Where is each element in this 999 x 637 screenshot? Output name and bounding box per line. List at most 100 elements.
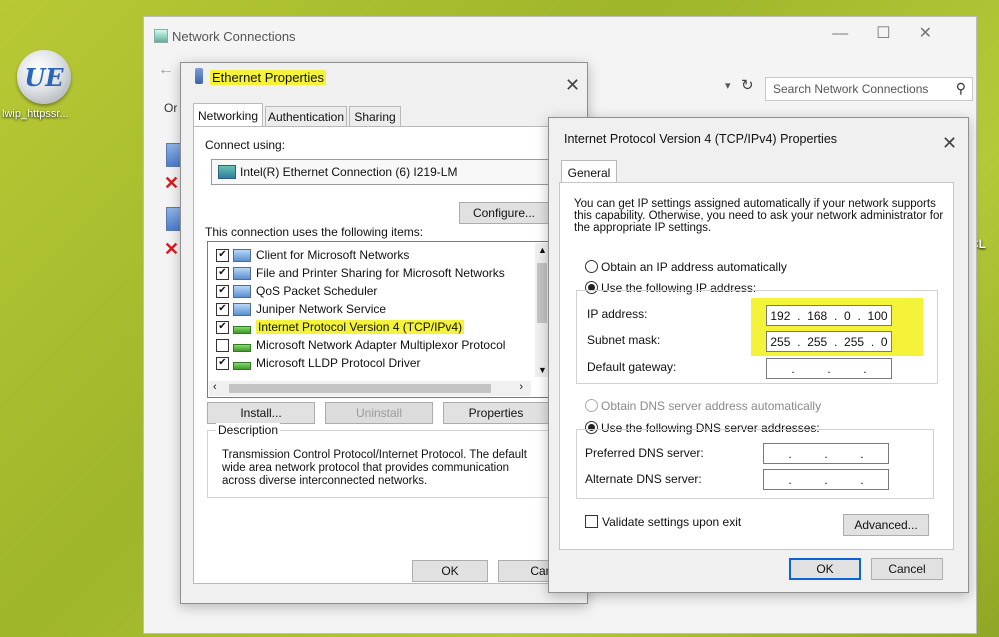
close-icon[interactable]: ✕ <box>942 133 957 154</box>
radio-button[interactable] <box>585 260 598 273</box>
intro-text: You can get IP settings assigned automat… <box>574 198 944 234</box>
ethernet-icon <box>195 68 203 84</box>
ok-button[interactable]: OK <box>789 558 861 580</box>
checkbox[interactable]: ✔ <box>216 356 229 370</box>
checkbox[interactable] <box>585 515 598 528</box>
horizontal-scrollbar[interactable]: ‹ › <box>209 381 531 396</box>
item-label: Client for Microsoft Networks <box>256 248 410 262</box>
scrollbar-thumb[interactable] <box>229 384 491 393</box>
list-item[interactable]: ✔ Internet Protocol Version 4 (TCP/IPv4) <box>216 320 465 334</box>
checkbox[interactable]: ✔ <box>216 302 229 316</box>
preferred-dns-label: Preferred DNS server: <box>585 446 704 460</box>
items-label: This connection uses the following items… <box>205 225 424 239</box>
network-client-icon <box>233 302 251 316</box>
ip-address-input[interactable]: 192. 168. 0. 100 <box>766 305 892 326</box>
option-label: Obtain DNS server address automatically <box>601 399 822 413</box>
default-gateway-label: Default gateway: <box>587 360 677 374</box>
dialog-title: Internet Protocol Version 4 (TCP/IPv4) P… <box>564 132 838 146</box>
tab-authentication[interactable]: Authentication <box>265 106 347 127</box>
list-item[interactable]: ✔ Client for Microsoft Networks <box>216 248 409 262</box>
refresh-icon[interactable]: ↻ <box>741 76 754 94</box>
dialog-title: Ethernet Properties <box>210 70 327 85</box>
obtain-ip-auto-option[interactable]: Obtain an IP address automatically <box>585 260 787 274</box>
install-button[interactable]: Install... <box>207 402 315 424</box>
list-item[interactable]: ✔ QoS Packet Scheduler <box>216 284 377 298</box>
window-title: Network Connections <box>172 29 296 44</box>
ip-octet: 192 <box>770 308 791 323</box>
tab-networking[interactable]: Networking <box>193 103 263 127</box>
adapter-name: Intel(R) Ethernet Connection (6) I219-LM <box>240 165 458 179</box>
adapter-box: Intel(R) Ethernet Connection (6) I219-LM <box>211 159 551 185</box>
obtain-dns-auto-option[interactable]: Obtain DNS server address automatically <box>585 399 821 413</box>
radio-button[interactable] <box>585 399 598 412</box>
items-list[interactable]: ✔ Client for Microsoft Networks ✔ File and… <box>207 241 551 398</box>
checkbox[interactable]: ✔ <box>216 266 229 280</box>
network-connections-icon <box>154 29 168 43</box>
scroll-down-arrow-icon[interactable]: ▼ <box>538 365 547 375</box>
ultraedit-desktop-icon[interactable]: UE <box>17 50 71 104</box>
item-label: QoS Packet Scheduler <box>256 284 378 298</box>
scroll-up-arrow-icon[interactable]: ▲ <box>538 245 547 255</box>
vertical-scrollbar[interactable]: ▲ ▼ <box>535 243 549 377</box>
cancel-button[interactable]: Cancel <box>871 558 943 580</box>
list-item[interactable]: ✔ File and Printer Sharing for Microsoft … <box>216 266 505 280</box>
list-item[interactable]: ✔ Juniper Network Service <box>216 302 386 316</box>
tab-sharing[interactable]: Sharing <box>349 106 401 127</box>
ipv4-properties-dialog: Internet Protocol Version 4 (TCP/IPv4) P… <box>548 117 969 593</box>
scrollbar-thumb[interactable] <box>537 263 547 323</box>
back-arrow-icon[interactable]: ← <box>158 61 174 79</box>
ok-button[interactable]: OK <box>412 560 488 582</box>
validate-settings-option[interactable]: Validate settings upon exit <box>585 515 741 529</box>
search-box[interactable]: Search Network Connections ⚲ <box>765 77 973 101</box>
checkbox[interactable]: ✔ <box>216 284 229 298</box>
window-controls[interactable]: —☐✕ <box>832 23 960 43</box>
mask-octet: 255 <box>770 334 791 349</box>
tab-general[interactable]: General <box>561 160 617 184</box>
ip-octet: 168 <box>807 308 828 323</box>
protocol-icon <box>233 325 251 334</box>
mask-octet: 255 <box>807 334 828 349</box>
configure-button[interactable]: Configure... <box>459 202 549 224</box>
ethernet-properties-dialog: Ethernet Properties ✕ Networking Authent… <box>180 62 588 604</box>
connect-using-label: Connect using: <box>205 138 286 152</box>
item-label: Juniper Network Service <box>256 302 387 316</box>
mask-octet: 0 <box>880 334 888 349</box>
item-label: Internet Protocol Version 4 (TCP/IPv4) <box>256 320 465 334</box>
app-logo-letters: UE <box>24 62 64 92</box>
chevron-down-icon[interactable]: ▾ <box>725 79 731 92</box>
preferred-dns-input[interactable]: ... <box>763 443 889 464</box>
list-item[interactable]: Microsoft Network Adapter Multiplexor Pr… <box>216 338 505 352</box>
description-title: Description <box>216 423 281 437</box>
subnet-mask-input[interactable]: 255. 255. 255. 0 <box>766 331 892 352</box>
description-group: Description Transmission Control Protoco… <box>207 423 551 498</box>
alternate-dns-input[interactable]: ... <box>763 469 889 490</box>
alternate-dns-label: Alternate DNS server: <box>585 472 702 486</box>
description-text: Transmission Control Protocol/Internet P… <box>222 449 527 487</box>
list-item[interactable]: ✔ Microsoft LLDP Protocol Driver <box>216 356 421 370</box>
error-x-icon: ✕ <box>164 173 180 193</box>
scroll-right-arrow-icon[interactable]: › <box>519 381 523 393</box>
desktop-icon-label: lwip_httpssr... <box>2 108 69 120</box>
search-input[interactable]: Search Network Connections <box>773 82 928 96</box>
subnet-mask-label: Subnet mask: <box>587 333 661 347</box>
item-label: File and Printer Sharing for Microsoft N… <box>256 266 505 280</box>
checkbox[interactable]: ✔ <box>216 320 229 334</box>
network-adapter-icon <box>218 165 236 179</box>
option-label: Validate settings upon exit <box>602 515 742 529</box>
default-gateway-input[interactable]: ... <box>766 358 892 379</box>
advanced-button[interactable]: Advanced... <box>843 514 929 536</box>
search-icon[interactable]: ⚲ <box>956 80 966 97</box>
properties-button[interactable]: Properties <box>443 402 549 424</box>
error-x-icon: ✕ <box>164 239 180 259</box>
checkbox[interactable] <box>216 338 229 352</box>
uninstall-button: Uninstall <box>325 402 433 424</box>
checkbox[interactable]: ✔ <box>216 248 229 262</box>
item-label: Microsoft Network Adapter Multiplexor Pr… <box>256 338 506 352</box>
network-client-icon <box>233 284 251 298</box>
network-client-icon <box>233 248 251 262</box>
option-label: Obtain an IP address automatically <box>601 260 787 274</box>
ip-octet: 100 <box>867 308 888 323</box>
protocol-icon <box>233 361 251 370</box>
scroll-left-arrow-icon[interactable]: ‹ <box>213 381 217 393</box>
close-icon[interactable]: ✕ <box>565 75 580 96</box>
